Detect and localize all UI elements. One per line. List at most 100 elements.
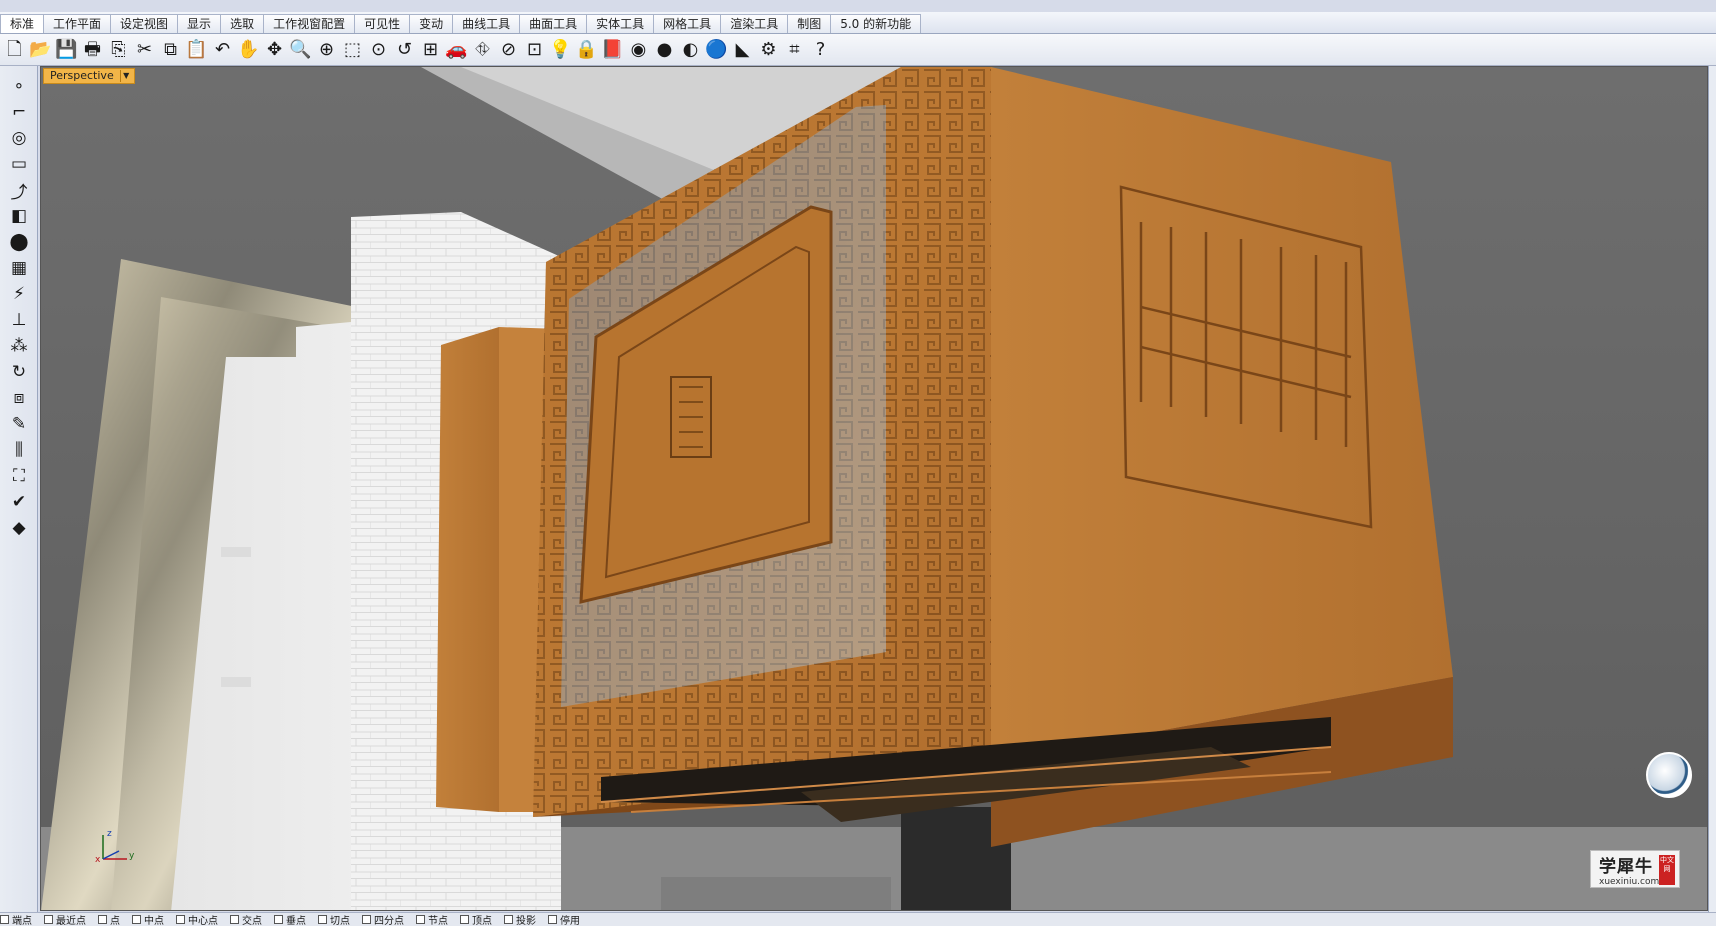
surface-tool-button[interactable]: ◧: [4, 204, 34, 228]
zoom-icon: 🔍: [289, 38, 312, 60]
properties-button[interactable]: ⊘: [496, 37, 521, 63]
rotate-view-button[interactable]: ✥: [262, 37, 287, 63]
save-button[interactable]: 💾: [54, 37, 79, 63]
checkbox-icon[interactable]: [416, 915, 425, 924]
tab-8[interactable]: 曲线工具: [452, 14, 521, 33]
checkbox-icon[interactable]: [132, 915, 141, 924]
polyline-tool-button[interactable]: ⌐: [4, 100, 34, 124]
tab-3[interactable]: 显示: [177, 14, 222, 33]
tab-5[interactable]: 工作视窗配置: [263, 14, 356, 33]
array-icon: ⧈: [13, 388, 25, 408]
tab-2[interactable]: 设定视图: [110, 14, 179, 33]
osnap-checkbox-0[interactable]: 端点: [0, 913, 32, 926]
circle-tool-button[interactable]: ◎: [4, 126, 34, 150]
osnap-checkbox-2[interactable]: 点: [98, 913, 120, 926]
dimension-tool-button[interactable]: ⊥: [4, 308, 34, 332]
snap-button[interactable]: ⊡: [522, 37, 547, 63]
checkbox-icon[interactable]: [176, 915, 185, 924]
checkbox-icon[interactable]: [44, 915, 53, 924]
rectangle-tool-button[interactable]: ▭: [4, 152, 34, 176]
tab-9[interactable]: 曲面工具: [519, 14, 588, 33]
tab-12[interactable]: 渲染工具: [720, 14, 789, 33]
block-tool-button[interactable]: ⛶: [4, 464, 34, 488]
checkbox-icon[interactable]: [460, 915, 469, 924]
osnap-checkbox-9[interactable]: 节点: [416, 913, 448, 926]
checkbox-icon[interactable]: [98, 915, 107, 924]
checkbox-icon[interactable]: [230, 915, 239, 924]
tab-4[interactable]: 选取: [220, 14, 265, 33]
lock-button[interactable]: 🔒: [574, 37, 599, 63]
osnap-checkbox-7[interactable]: 切点: [318, 913, 350, 926]
car-button[interactable]: 🚗: [444, 37, 469, 63]
right-panel-edge[interactable]: [1708, 66, 1716, 912]
tab-7[interactable]: 变动: [409, 14, 454, 33]
checkbox-icon[interactable]: [0, 915, 9, 924]
fillet-tool-button[interactable]: ⤴: [4, 178, 34, 203]
edit-tool-button[interactable]: ✎: [4, 412, 34, 436]
layer-button[interactable]: ⛗: [470, 37, 495, 63]
tab-11[interactable]: 网格工具: [653, 14, 722, 33]
osnap-checkbox-8[interactable]: 四分点: [362, 913, 404, 926]
tab-0[interactable]: 标准: [0, 14, 45, 33]
mesh-tool-button[interactable]: ▦: [4, 256, 34, 280]
import-button[interactable]: ⎘: [106, 37, 131, 63]
tab-14[interactable]: 5.0 的新功能: [830, 14, 922, 33]
transform-tool-button[interactable]: ↻: [4, 360, 34, 384]
zoom-selected-button[interactable]: ⊙: [366, 37, 391, 63]
render-tool-tool-button[interactable]: ◆: [4, 516, 34, 540]
new-file-button[interactable]: 🗋: [2, 37, 27, 63]
sphere-blue-button[interactable]: 🔵: [704, 37, 729, 63]
sphere-render-button[interactable]: ◐: [678, 37, 703, 63]
cut-button[interactable]: ✂: [132, 37, 157, 63]
light-bulb-button[interactable]: 💡: [548, 37, 573, 63]
four-viewports-button[interactable]: ⊞: [418, 37, 443, 63]
paste-button[interactable]: 📋: [184, 37, 209, 63]
osnap-checkbox-1[interactable]: 最近点: [44, 913, 86, 926]
sphere-shaded-button[interactable]: ●: [652, 37, 677, 63]
gear-button[interactable]: ⚙: [756, 37, 781, 63]
circle-icon: ◎: [11, 128, 27, 148]
osnap-checkbox-12[interactable]: 停用: [548, 913, 580, 926]
undo-view-button[interactable]: ↺: [392, 37, 417, 63]
check-tool-button[interactable]: ✔: [4, 490, 34, 514]
print-button[interactable]: 🖶: [80, 37, 105, 63]
copy-button[interactable]: ⧉: [158, 37, 183, 63]
perspective-viewport[interactable]: Perspective ▼ z x y: [40, 66, 1708, 911]
point-tool-button[interactable]: ∘: [4, 74, 34, 98]
options-button[interactable]: ⌗: [782, 37, 807, 63]
chevron-down-icon[interactable]: ▼: [119, 70, 132, 82]
checkbox-icon[interactable]: [548, 915, 557, 924]
osnap-checkbox-11[interactable]: 投影: [504, 913, 536, 926]
zoom-extents-button[interactable]: ⬚: [340, 37, 365, 63]
color-wheel-button[interactable]: ◉: [626, 37, 651, 63]
book-button[interactable]: 📕: [600, 37, 625, 63]
render-button[interactable]: ◣: [730, 37, 755, 63]
array-tool-button[interactable]: ⧈: [4, 386, 34, 410]
help-button[interactable]: ?: [808, 37, 833, 63]
solid-tool-button[interactable]: ⬤: [4, 230, 34, 254]
tab-10[interactable]: 实体工具: [586, 14, 655, 33]
osnap-checkbox-6[interactable]: 垂点: [274, 913, 306, 926]
checkbox-icon[interactable]: [274, 915, 283, 924]
tab-6[interactable]: 可见性: [354, 14, 411, 33]
tab-13[interactable]: 制图: [787, 14, 832, 33]
osnap-checkbox-10[interactable]: 顶点: [460, 913, 492, 926]
light-tool-button[interactable]: ⚡: [4, 282, 34, 306]
osnap-checkbox-4[interactable]: 中心点: [176, 913, 218, 926]
group-tool-button[interactable]: ⁂: [4, 334, 34, 358]
zoom-window-icon: ⊕: [318, 38, 335, 60]
undo-button[interactable]: ↶: [210, 37, 235, 63]
checkbox-icon[interactable]: [504, 915, 513, 924]
osnap-checkbox-3[interactable]: 中点: [132, 913, 164, 926]
analyze-tool-button[interactable]: ⫼: [4, 438, 34, 462]
pan-button[interactable]: ✋: [236, 37, 261, 63]
point-icon: ∘: [13, 76, 25, 96]
open-file-button[interactable]: 📂: [28, 37, 53, 63]
zoom-button[interactable]: 🔍: [288, 37, 313, 63]
checkbox-icon[interactable]: [318, 915, 327, 924]
osnap-checkbox-5[interactable]: 交点: [230, 913, 262, 926]
viewport-label[interactable]: Perspective ▼: [43, 68, 135, 84]
tab-1[interactable]: 工作平面: [43, 14, 112, 33]
checkbox-icon[interactable]: [362, 915, 371, 924]
zoom-window-button[interactable]: ⊕: [314, 37, 339, 63]
